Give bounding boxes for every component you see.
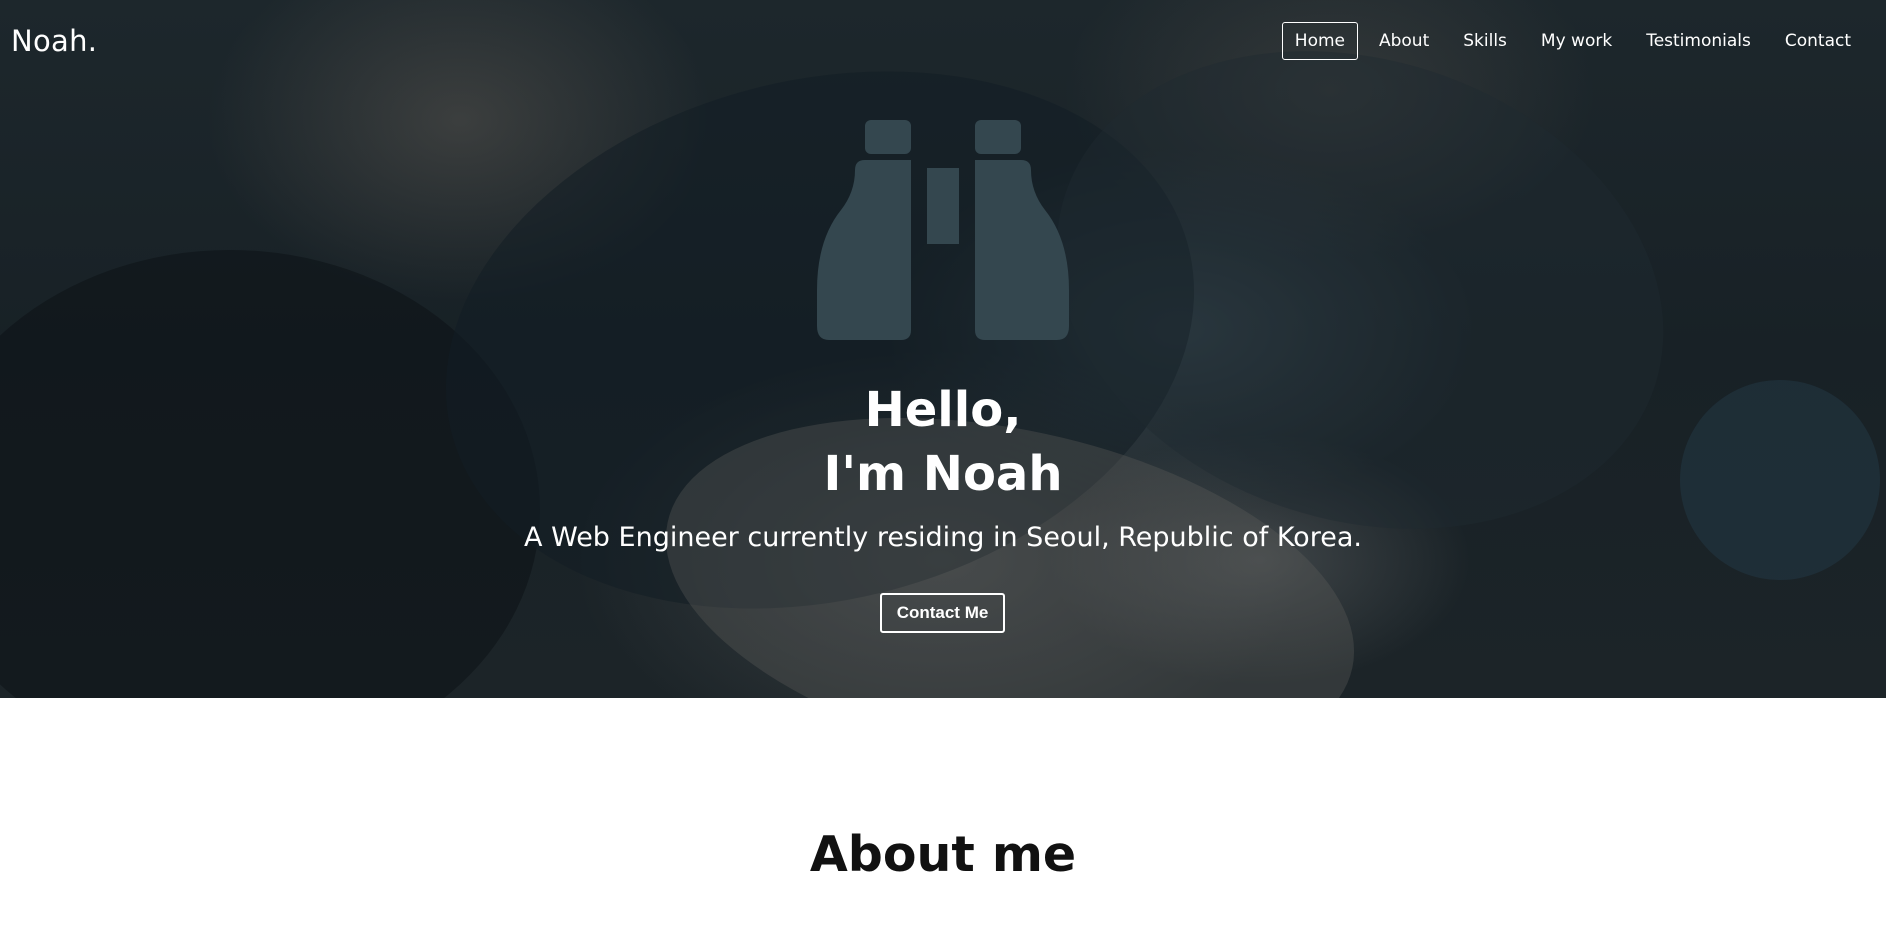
hero-subtitle: A Web Engineer currently residing in Seo… bbox=[524, 522, 1362, 553]
hero-title-line2: I'm Noah bbox=[823, 446, 1063, 502]
brand-logo[interactable]: Noah. bbox=[11, 24, 97, 58]
nav-item-testimonials[interactable]: Testimonials bbox=[1633, 22, 1764, 60]
main-nav: Home About Skills My work Testimonials C… bbox=[1274, 22, 1864, 60]
nav-item-about[interactable]: About bbox=[1366, 22, 1442, 60]
hero-section: Noah. Home About Skills My work Testimon… bbox=[0, 0, 1886, 698]
hero-title-line1: Hello, bbox=[864, 382, 1022, 438]
hero-background-shape bbox=[994, 0, 1726, 605]
nav-item-home[interactable]: Home bbox=[1281, 22, 1358, 60]
nav-item-contact[interactable]: Contact bbox=[1772, 22, 1864, 60]
about-section-title: About me bbox=[809, 826, 1077, 883]
contact-me-button[interactable]: Contact Me bbox=[880, 593, 1005, 633]
nav-item-my-work[interactable]: My work bbox=[1528, 22, 1625, 60]
nav-item-skills[interactable]: Skills bbox=[1450, 22, 1520, 60]
hero-background-shape bbox=[388, 0, 1252, 685]
binoculars-icon bbox=[817, 120, 1069, 340]
